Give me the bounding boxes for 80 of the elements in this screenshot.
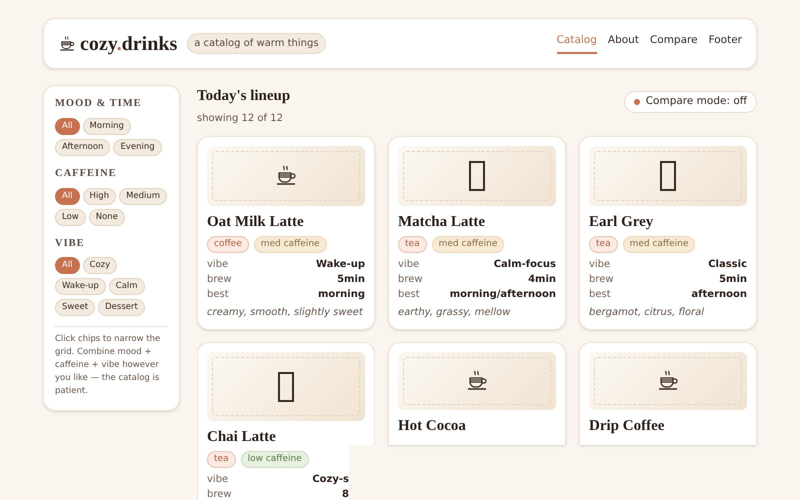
- nav-link[interactable]: About: [608, 33, 639, 54]
- filter-chip[interactable]: All: [55, 188, 80, 204]
- spec-label: brew: [398, 273, 423, 287]
- nav-link[interactable]: Footer: [708, 33, 742, 54]
- filter-heading: MOOD & TIME: [55, 97, 143, 111]
- filter-chip[interactable]: Low: [55, 208, 86, 226]
- drink-name: Matcha Latte: [398, 213, 486, 232]
- drink-card[interactable]: Drip Coffee: [579, 342, 757, 445]
- hint-text: Click chips to narrow the grid. Combine mood + caffeine + vibe however you like — the catalog is patient.: [55, 333, 162, 398]
- drink-name: Chai Latte: [207, 428, 277, 447]
- spec-value: 4min: [528, 273, 556, 287]
- drink-tag: tea: [207, 451, 236, 468]
- filter-chip[interactable]: Calm: [108, 278, 145, 296]
- drink-name: Drip Coffee: [589, 417, 666, 436]
- tagline: a catalog of warm things: [187, 33, 326, 54]
- spec-value: Calm-focus: [494, 258, 556, 272]
- brand-logo[interactable]: cozy.drinks: [80, 28, 178, 58]
- filter-chip[interactable]: Morning: [82, 118, 131, 135]
- coffee-cup-icon: [656, 369, 680, 393]
- drink-tag: med caffeine: [432, 236, 504, 253]
- filter-chip[interactable]: Evening: [113, 138, 162, 156]
- coffee-cup-icon: [274, 164, 298, 188]
- missing-glyph-icon: [659, 160, 677, 192]
- drink-card[interactable]: Hot Cocoa: [388, 342, 566, 445]
- nav-link[interactable]: Compare: [650, 33, 698, 54]
- filter-chip[interactable]: None: [88, 208, 125, 226]
- filter-chip[interactable]: Wake-up: [55, 278, 106, 296]
- drink-card[interactable]: Chai Latte tea low caffeine vibe Cozy-s brew 8: [197, 342, 375, 500]
- drink-card[interactable]: Oat Milk Latte coffee med caffeine vibe Wake-up brew 5min best morning creamy, smooth, slightly sweet: [197, 136, 375, 330]
- spec-value: morning/afternoon: [450, 288, 556, 302]
- tasting-notes: bergamot, citrus, floral: [589, 306, 706, 320]
- filter-chip[interactable]: Afternoon: [55, 138, 110, 156]
- filter-chip[interactable]: Sweet: [55, 299, 96, 316]
- drink-card[interactable]: Earl Grey tea med caffeine vibe Classic brew 5min best afternoon bergamot, citrus, floral: [579, 136, 757, 330]
- tasting-notes: earthy, grassy, mellow: [398, 306, 512, 320]
- spec-value: 8: [342, 488, 349, 500]
- drink-name: Hot Cocoa: [398, 417, 467, 436]
- spec-label: brew: [207, 488, 232, 500]
- filter-chip[interactable]: Medium: [119, 188, 168, 204]
- drink-tag: med caffeine: [254, 236, 327, 253]
- spec-value: Cozy-s: [312, 473, 349, 487]
- missing-glyph-icon: [277, 370, 295, 402]
- filter-chip[interactable]: Dessert: [98, 299, 145, 316]
- tasting-notes: creamy, smooth, slightly sweet: [207, 306, 364, 320]
- drink-tag: tea: [398, 236, 427, 253]
- spec-value: 5min: [719, 273, 747, 287]
- coffee-cup-icon: [465, 369, 489, 393]
- filter-chip[interactable]: Cozy: [82, 257, 118, 274]
- spec-label: best: [589, 288, 611, 302]
- spec-value: Wake-up: [316, 258, 365, 272]
- spec-value: Classic: [708, 258, 747, 272]
- missing-glyph-icon: [468, 160, 486, 192]
- spec-label: brew: [589, 273, 614, 287]
- spec-value: afternoon: [691, 288, 747, 302]
- drink-tag: med caffeine: [622, 236, 696, 253]
- drink-name: Earl Grey: [589, 213, 654, 232]
- section-title: Today's lineup: [197, 87, 290, 106]
- filter-chip[interactable]: High: [82, 188, 116, 204]
- result-count: showing 12 of 12: [197, 112, 284, 126]
- spec-value: morning: [318, 288, 365, 302]
- drink-tag: coffee: [207, 236, 249, 253]
- spec-value: 5min: [337, 273, 365, 287]
- filter-heading: CAFFEINE: [55, 166, 118, 181]
- drink-card[interactable]: Matcha Latte tea med caffeine vibe Calm-focus brew 4min best morning/afternoon earthy, grassy, mellow: [388, 136, 566, 330]
- drink-tag: low caffeine: [240, 451, 309, 468]
- spec-label: vibe: [589, 258, 610, 272]
- drink-name: Oat Milk Latte: [207, 213, 305, 232]
- spec-label: brew: [207, 273, 232, 287]
- filter-chip[interactable]: All: [55, 257, 80, 274]
- spec-label: vibe: [398, 258, 420, 272]
- spec-label: best: [207, 288, 229, 302]
- filter-heading: VIBE: [55, 236, 86, 250]
- spec-label: best: [398, 288, 420, 302]
- coffee-cup-icon: [58, 34, 76, 52]
- compare-toggle[interactable]: Compare mode: off: [624, 91, 757, 113]
- filter-chip[interactable]: All: [55, 118, 80, 135]
- drink-tag: tea: [589, 236, 618, 253]
- nav-link[interactable]: Catalog: [556, 33, 597, 54]
- spec-label: vibe: [207, 473, 228, 487]
- spec-label: vibe: [207, 258, 228, 272]
